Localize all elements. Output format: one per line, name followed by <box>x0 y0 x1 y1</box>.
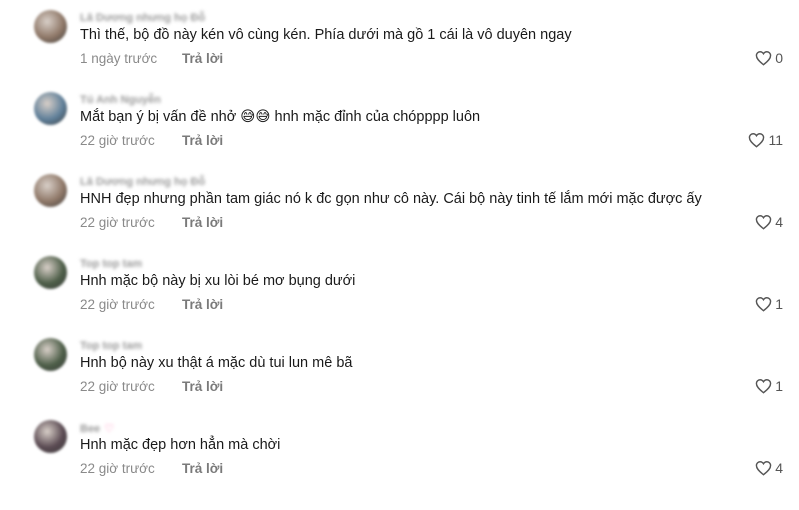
comment-meta: 22 giờ trước Trả lời <box>80 379 223 394</box>
reply-button[interactable]: Trả lời <box>182 461 223 476</box>
heart-emoji-icon: ♡ <box>104 423 115 435</box>
heart-outline-icon <box>755 297 772 312</box>
comment-item: Lâ Dương nhưng họ Đỗ HNH đẹp nhưng phần … <box>0 164 799 246</box>
reply-button[interactable]: Trả lời <box>182 297 223 312</box>
comment-time: 22 giờ trước <box>80 461 155 476</box>
heart-outline-icon <box>755 461 772 476</box>
heart-outline-icon <box>749 133 765 148</box>
avatar[interactable] <box>34 10 67 43</box>
comment-time: 22 giờ trước <box>80 297 155 312</box>
comment-text: Hnh bộ này xu thật á mặc dù tui lun mê b… <box>80 355 353 371</box>
comment-meta: 22 giờ trước Trả lời <box>80 297 223 312</box>
reply-button[interactable]: Trả lời <box>182 379 223 394</box>
like-count: 4 <box>775 460 783 476</box>
comment-username-text: Bee <box>80 423 101 435</box>
like-count: 11 <box>768 132 783 148</box>
comment-item: Lâ Dương nhưng họ Đỗ Thì thế, bộ đồ này … <box>0 0 799 82</box>
like-count: 4 <box>775 214 783 230</box>
like-button[interactable]: 4 <box>755 460 783 476</box>
heart-outline-icon <box>755 215 772 230</box>
avatar[interactable] <box>34 338 67 371</box>
like-button[interactable]: 1 <box>755 378 783 394</box>
reply-button[interactable]: Trả lời <box>182 51 223 66</box>
like-button[interactable]: 4 <box>755 214 783 230</box>
comment-item: Top top tam Hnh mặc bộ này bị xu lòi bé … <box>0 246 799 328</box>
heart-outline-icon <box>755 51 772 66</box>
comment-username[interactable]: Top top tam <box>80 258 142 270</box>
avatar[interactable] <box>34 174 67 207</box>
like-button[interactable]: 0 <box>755 50 783 66</box>
comment-item: Tú Anh Nguyễn Mắt bạn ý bị vấn đề nhở 😅😅… <box>0 82 799 164</box>
comment-username[interactable]: Lâ Dương nhưng họ Đỗ <box>80 12 205 24</box>
comment-meta: 22 giờ trước Trả lời <box>80 215 223 230</box>
comment-text: Hnh mặc đẹp hơn hẳn mà chời <box>80 437 281 453</box>
comment-time: 22 giờ trước <box>80 133 155 148</box>
comment-text: Mắt bạn ý bị vấn đề nhở 😅😅 hnh mặc đỉnh … <box>80 109 481 125</box>
like-count: 0 <box>775 50 783 66</box>
comment-username[interactable]: Top top tam <box>80 340 142 352</box>
comment-item: Top top tam Hnh bộ này xu thật á mặc dù … <box>0 328 799 410</box>
comment-meta: 22 giờ trước Trả lời <box>80 133 223 148</box>
comment-list: Lâ Dương nhưng họ Đỗ Thì thế, bộ đồ này … <box>0 0 799 510</box>
comment-text: Thì thế, bộ đồ này kén vô cùng kén. Phía… <box>80 27 572 43</box>
avatar[interactable] <box>34 92 67 125</box>
like-button[interactable]: 1 <box>755 296 783 312</box>
comment-meta: 1 ngày trước Trả lời <box>80 51 223 66</box>
comment-time: 22 giờ trước <box>80 215 155 230</box>
comment-meta: 22 giờ trước Trả lời <box>80 461 223 476</box>
comment-username[interactable]: Bee ♡ <box>80 422 114 435</box>
avatar[interactable] <box>34 420 67 453</box>
comment-username[interactable]: Tú Anh Nguyễn <box>80 94 161 106</box>
comment-item: Bee ♡ Hnh mặc đẹp hơn hẳn mà chời 22 giờ … <box>0 410 799 492</box>
avatar[interactable] <box>34 256 67 289</box>
like-count: 1 <box>775 296 783 312</box>
comment-text: HNH đẹp nhưng phần tam giác nó k đc gọn … <box>80 191 702 207</box>
comment-username[interactable]: Lâ Dương nhưng họ Đỗ <box>80 176 205 188</box>
reply-button[interactable]: Trả lời <box>182 133 223 148</box>
comment-time: 22 giờ trước <box>80 379 155 394</box>
comment-text: Hnh mặc bộ này bị xu lòi bé mơ bụng dưới <box>80 273 356 289</box>
reply-button[interactable]: Trả lời <box>182 215 223 230</box>
comment-time: 1 ngày trước <box>80 51 158 66</box>
heart-outline-icon <box>755 379 772 394</box>
like-button[interactable]: 11 <box>748 132 783 148</box>
like-count: 1 <box>775 378 783 394</box>
